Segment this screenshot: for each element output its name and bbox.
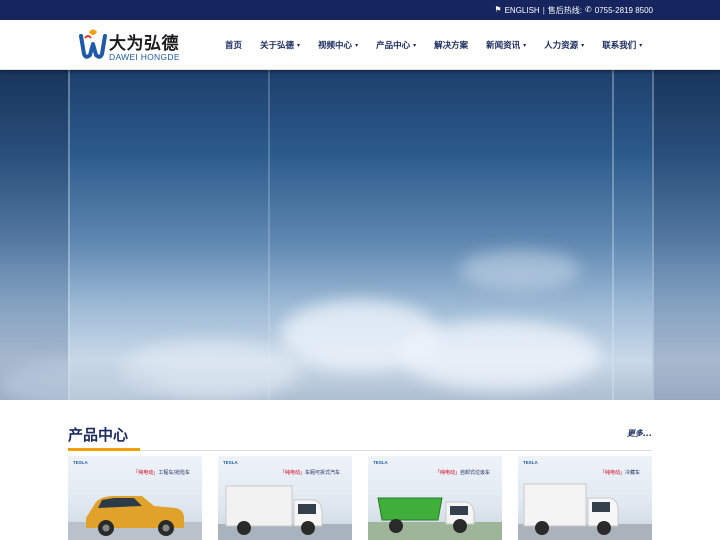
banner-panel-edge (652, 70, 654, 400)
card-tag-highlight: 「纯电动」 (133, 470, 159, 476)
topbar-separator: | (542, 5, 545, 15)
products-section: 产品中心 更多... TESLA 「纯电动」工程车/抢险车 TESLA 「纯电动… (0, 400, 720, 540)
card-tag-text: 车厢可拆式汽车 (304, 470, 340, 476)
product-card[interactable]: TESLA 「纯电动」自卸式垃圾车 (368, 456, 502, 540)
refrigerated-truck-image (518, 483, 652, 540)
nav-item-video[interactable]: 视频中心 ▾ (318, 39, 358, 51)
banner-side-right (652, 70, 720, 400)
banner-cloud (400, 320, 600, 390)
site-logo[interactable]: 大为弘德 DAWEI HONGDE (78, 28, 198, 64)
dump-truck-image (368, 497, 502, 540)
card-tag-highlight: 「纯电动」 (434, 470, 460, 476)
more-link[interactable]: 更多... (627, 428, 652, 439)
nav-item-solutions[interactable]: 解决方案 (434, 39, 468, 51)
nav-item-label: 解决方案 (434, 41, 469, 51)
section-divider (68, 450, 652, 451)
card-tag: 「纯电动」工程车/抢险车 (133, 469, 190, 476)
chevron-down-icon: ▾ (523, 41, 527, 49)
nav-item-label: 人力资源 (544, 41, 579, 51)
card-brand-logo: TESLA (373, 460, 388, 465)
nav-item-home[interactable]: 首页 (225, 39, 242, 51)
phone-icon: ✆ (585, 5, 592, 14)
banner-side-left (0, 70, 68, 400)
main-nav: 首页 关于弘德 ▾ 视频中心 ▾ 产品中心 ▾ 解决方案 新闻资讯 ▾ 人力资源… (225, 20, 660, 70)
banner-cloud (460, 250, 580, 290)
hero-banner[interactable] (0, 70, 720, 400)
chevron-down-icon: ▾ (413, 41, 417, 49)
card-tag-text: 自卸式垃圾车 (459, 470, 490, 476)
topbar-links: ⚑ ENGLISH | 售后热线: ✆ 0755-2819 8500 (494, 0, 653, 20)
section-title: 产品中心 (68, 426, 129, 444)
nav-item-label: 关于弘德 (260, 41, 295, 51)
nav-item-label: 首页 (225, 41, 243, 51)
card-tag-text: 冷藏车 (624, 470, 640, 476)
top-bar: ⚑ ENGLISH | 售后热线: ✆ 0755-2819 8500 (0, 0, 720, 20)
card-brand-logo: TESLA (523, 460, 538, 465)
nav-item-about[interactable]: 关于弘德 ▾ (260, 39, 300, 51)
nav-item-label: 新闻资讯 (486, 41, 521, 51)
nav-item-label: 联系我们 (602, 41, 637, 51)
chevron-down-icon: ▾ (581, 41, 585, 49)
hotline-label: 售后热线: (547, 5, 583, 15)
product-card[interactable]: TESLA 「纯电动」车厢可拆式汽车 (218, 456, 352, 540)
card-tag-text: 工程车/抢险车 (158, 470, 190, 476)
product-card[interactable]: TESLA 「纯电动」工程车/抢险车 (68, 456, 202, 540)
logo-text-en: DAWEI HONGDE (109, 52, 180, 62)
logo-mark-icon (79, 29, 107, 59)
flag-icon: ⚑ (494, 5, 502, 14)
chevron-down-icon: ▾ (297, 41, 301, 49)
chevron-down-icon: ▾ (639, 41, 643, 49)
nav-item-label: 产品中心 (376, 41, 411, 51)
card-tag: 「纯电动」自卸式垃圾车 (435, 469, 490, 476)
banner-panel-edge (68, 70, 70, 400)
english-link[interactable]: ENGLISH (505, 6, 540, 15)
card-brand-logo: TESLA (223, 460, 238, 465)
nav-item-contact[interactable]: 联系我们 ▾ (602, 39, 642, 51)
site-header: 大为弘德 DAWEI HONGDE 首页 关于弘德 ▾ 视频中心 ▾ 产品中心 … (0, 20, 720, 70)
chevron-down-icon: ▾ (355, 41, 359, 49)
product-cards: TESLA 「纯电动」工程车/抢险车 TESLA 「纯电动」车厢可拆式汽车 TE… (68, 456, 652, 540)
banner-panel-edge (612, 70, 614, 400)
section-title-underline (68, 448, 140, 451)
card-tag-highlight: 「纯电动」 (279, 470, 305, 476)
hotline-number: 0755-2819 8500 (594, 5, 653, 15)
product-card[interactable]: TESLA 「纯电动」冷藏车 (518, 456, 652, 540)
card-tag: 「纯电动」车厢可拆式汽车 (280, 469, 340, 476)
nav-item-hr[interactable]: 人力资源 ▾ (544, 39, 584, 51)
box-truck-image (218, 485, 352, 540)
logo-text-cn: 大为弘德 (109, 34, 179, 54)
card-tag-highlight: 「纯电动」 (599, 470, 625, 476)
pickup-truck-image (68, 496, 202, 540)
nav-item-news[interactable]: 新闻资讯 ▾ (486, 39, 526, 51)
card-brand-logo: TESLA (73, 460, 88, 465)
nav-item-label: 视频中心 (318, 41, 353, 51)
nav-item-products[interactable]: 产品中心 ▾ (376, 39, 416, 51)
card-tag: 「纯电动」冷藏车 (600, 469, 640, 476)
